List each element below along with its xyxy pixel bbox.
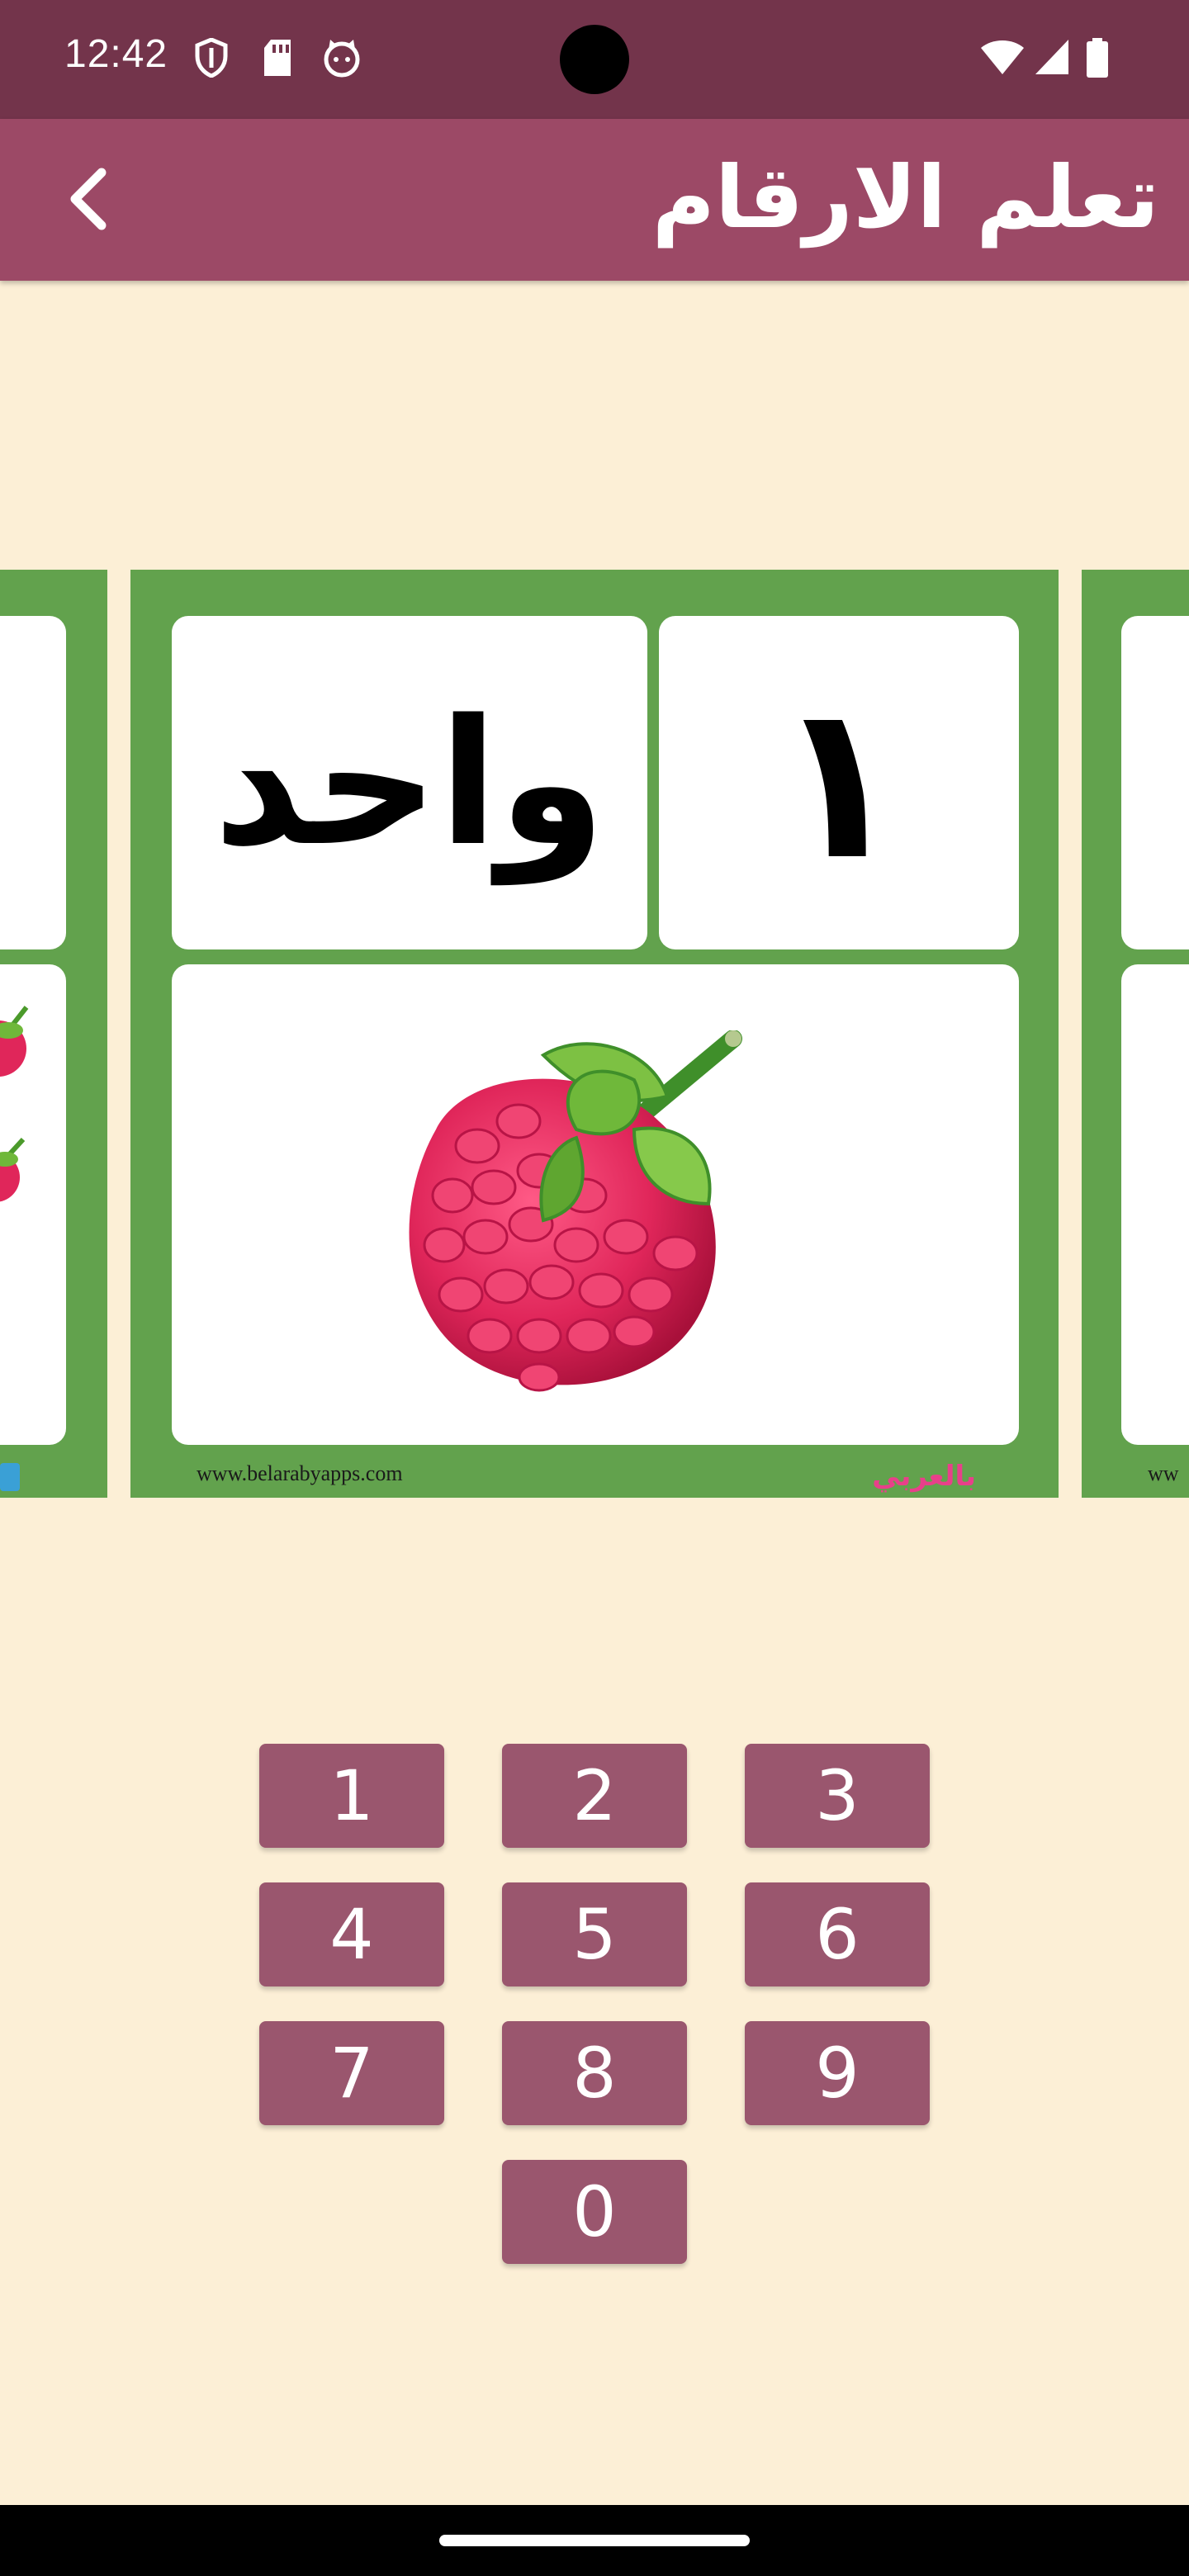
- navigation-bar: [0, 2505, 1189, 2576]
- page-title: تعلم الارقام: [651, 147, 1159, 248]
- card-previous[interactable]: [0, 570, 107, 1498]
- cat-icon: [324, 40, 360, 78]
- key-5[interactable]: 5: [502, 1882, 687, 1986]
- signal-icon: [1035, 40, 1068, 74]
- key-9[interactable]: 9: [745, 2021, 930, 2125]
- key-6[interactable]: 6: [745, 1882, 930, 1986]
- card-current[interactable]: واحد ١ www.belarabyapps.com بالعربي: [130, 570, 1059, 1498]
- battery-icon: [1087, 38, 1108, 78]
- shield-icon: [195, 38, 228, 78]
- camera-cutout: [560, 25, 629, 94]
- key-2[interactable]: 2: [502, 1744, 687, 1848]
- card-next-word-cell: [1121, 616, 1189, 949]
- card-word-cell: واحد: [172, 616, 647, 949]
- key-1[interactable]: 1: [259, 1744, 444, 1848]
- raspberry-icon: [409, 1030, 742, 1392]
- card-word: واحد: [213, 681, 606, 884]
- key-3[interactable]: 3: [745, 1744, 930, 1848]
- card-next[interactable]: ww: [1082, 570, 1189, 1498]
- chevron-left-icon: [70, 168, 107, 230]
- card-next-picture-cell: [1121, 964, 1189, 1445]
- raspberry-icon: [0, 1006, 29, 1202]
- card-digit-cell: ١: [659, 616, 1019, 949]
- status-bar: 12:42: [0, 0, 1189, 119]
- card-previous-logo: [0, 1463, 20, 1491]
- wifi-icon: [981, 40, 1024, 74]
- card-logo: بالعربي: [872, 1460, 976, 1493]
- key-4[interactable]: 4: [259, 1882, 444, 1986]
- key-7[interactable]: 7: [259, 2021, 444, 2125]
- app-bar: تعلم الارقام: [0, 119, 1189, 281]
- key-8[interactable]: 8: [502, 2021, 687, 2125]
- back-button[interactable]: [43, 154, 134, 244]
- card-previous-picture-cell: [0, 964, 66, 1445]
- card-digit: ١: [773, 658, 905, 907]
- home-handle[interactable]: [439, 2535, 750, 2546]
- card-next-url-fragment: ww: [1148, 1461, 1179, 1485]
- key-0[interactable]: 0: [502, 2160, 687, 2264]
- sd-card-icon: [264, 40, 291, 76]
- status-time: 12:42: [64, 32, 168, 76]
- card-previous-word-cell: [0, 616, 66, 949]
- card-url: www.belarabyapps.com: [197, 1461, 403, 1485]
- card-picture-cell: [172, 964, 1019, 1445]
